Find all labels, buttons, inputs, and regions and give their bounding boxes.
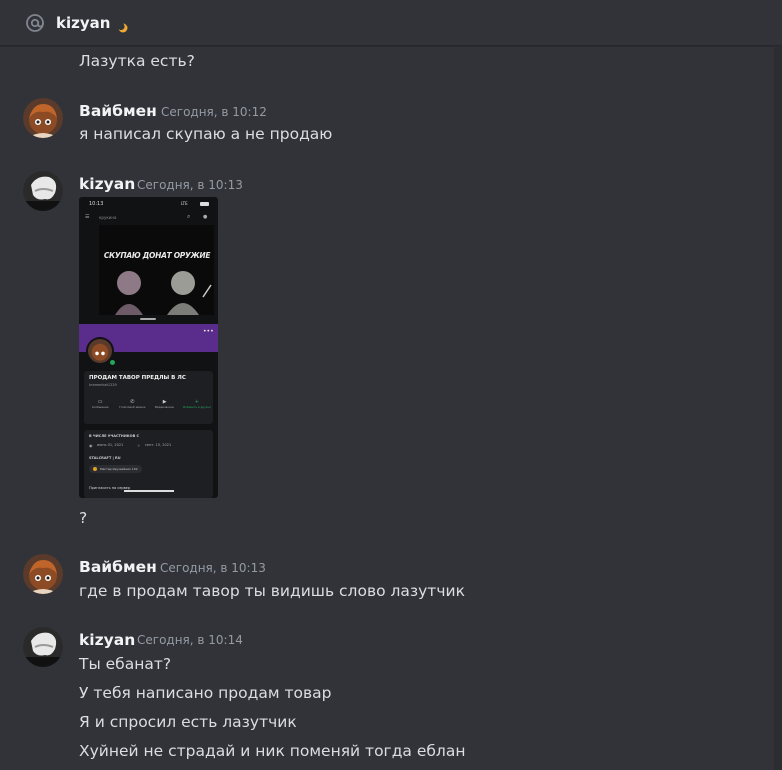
profile-info-card: В ЧИСЛЕ УЧАСТНИКОВ С ◉ июнь 01, 2021 ✧ с…	[84, 430, 213, 498]
message-text: Я и спросил есть лазутчик	[79, 713, 297, 731]
profile-name-card: ПРОДАМ ТАВОР ПРЕДЛЫ В ЛС kramenkat1229 ▭…	[84, 371, 213, 424]
message-text: ?	[79, 509, 88, 527]
message-text: У тебя написано продам товар	[79, 684, 332, 702]
message-text: Хуйней не страдай и ник поменяй тогда еб…	[79, 742, 466, 760]
channel-name: крукина	[99, 215, 117, 220]
server-icon: ✧	[137, 443, 141, 448]
message-author[interactable]: kizyan	[79, 630, 135, 650]
profile-actions: ▭ Сообщение ✆ Голосовой звонок ▶ Видеозв…	[84, 399, 213, 409]
profile-banner: СКУПАЮ ДОНАТ ОРУЖИЕ	[99, 225, 214, 315]
banner-text: СКУПАЮ ДОНАТ ОРУЖИЕ	[103, 251, 211, 260]
header-username[interactable]: kizyan	[56, 14, 110, 32]
member-since-server: сент. 15, 2021	[145, 443, 172, 447]
message-timestamp: Сегодня, в 10:14	[137, 633, 243, 647]
image-attachment[interactable]: 10:13 LTE ☰ крукина ⌕ ● СКУПАЮ ДОНАТ ОРУ…	[79, 197, 218, 498]
voice-call-button[interactable]: ✆ Голосовой звонок	[117, 399, 147, 409]
battery-icon	[200, 202, 209, 206]
action-label: Добавить в друзья	[183, 405, 211, 409]
at-sign-icon	[24, 12, 46, 34]
message-text: где в продам тавор ты видишь слово лазут…	[79, 582, 465, 600]
role-color-dot	[93, 467, 97, 471]
phone-time: 10:13	[89, 201, 104, 207]
phone-network: LTE	[181, 201, 188, 206]
avatar[interactable]	[23, 554, 63, 594]
message-timestamp: Сегодня, в 10:13	[160, 561, 266, 575]
add-friend-button[interactable]: + Добавить в друзья	[182, 399, 212, 409]
avatar[interactable]	[23, 171, 63, 211]
moon-icon	[117, 18, 128, 32]
profile-name: ПРОДАМ ТАВОР ПРЕДЛЫ В ЛС	[89, 375, 186, 381]
menu-icon: ☰	[85, 214, 90, 220]
avatar[interactable]	[23, 98, 63, 138]
search-icon: ⌕	[187, 213, 191, 220]
roles-heading: STALCRAFT | RU	[89, 456, 121, 460]
message-timestamp: Сегодня, в 10:13	[137, 178, 243, 192]
message-text: я написал скупаю а не продаю	[79, 125, 333, 143]
message-author[interactable]: Вайбмен	[79, 101, 157, 121]
action-label: Голосовой звонок	[119, 405, 146, 409]
scrollbar-track[interactable]	[774, 46, 782, 770]
message-author[interactable]: Вайбмен	[79, 557, 157, 577]
action-label: Сообщение	[91, 405, 109, 409]
dm-header: kizyan	[0, 0, 782, 46]
message-timestamp: Сегодня, в 10:12	[161, 105, 267, 119]
role-name: Мастер-Оружейник 102	[100, 467, 138, 471]
drag-handle[interactable]	[140, 318, 156, 320]
profile-username: kramenkat1229	[89, 383, 117, 387]
home-indicator	[124, 490, 174, 492]
discord-icon: ◉	[89, 443, 93, 448]
avatar[interactable]	[23, 627, 63, 667]
message-author[interactable]: kizyan	[79, 174, 135, 194]
members-icon: ●	[203, 214, 208, 220]
video-call-button[interactable]: ▶ Видеозвонок	[150, 399, 180, 409]
member-since-discord: июнь 01, 2021	[97, 443, 124, 447]
action-label: Видеозвонок	[155, 405, 175, 409]
message-action-button[interactable]: ▭ Сообщение	[85, 399, 115, 409]
role-badge: Мастер-Оружейник 102	[89, 465, 142, 473]
message-text: Лазутка есть?	[79, 52, 195, 70]
online-status-icon	[109, 359, 116, 366]
info-heading: В ЧИСЛЕ УЧАСТНИКОВ С	[89, 434, 140, 438]
message-text: Ты ебанат?	[79, 655, 172, 673]
more-options-icon[interactable]: •••	[203, 328, 214, 335]
